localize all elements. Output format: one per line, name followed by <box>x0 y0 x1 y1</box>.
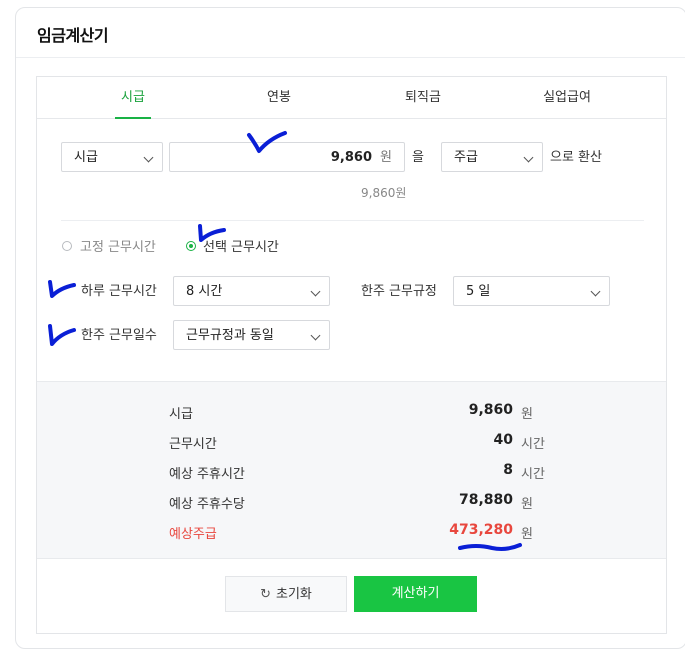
summary-value-holiday-hours: 8 <box>503 462 513 478</box>
target-select-value: 주급 <box>454 150 478 165</box>
chevron-down-icon <box>590 286 601 297</box>
summary-unit-holiday-pay: 원 <box>521 497 533 512</box>
summary-label-holiday-pay: 예상 주휴수당 <box>169 497 245 512</box>
weekly-rule-label: 한주 근무규정 <box>361 284 437 299</box>
amount-hint: 9,860원 <box>361 186 407 200</box>
refresh-icon: ↻ <box>260 587 271 602</box>
amount-value: 9,860 <box>330 150 372 165</box>
section-divider <box>61 220 644 221</box>
calculator-panel: 시급 연봉 퇴직금 실업급여 시급 9,860 원 을 주급 으로 환산 9,8… <box>36 76 667 634</box>
annotation-check-mark <box>48 324 76 346</box>
summary-value-hourly: 9,860 <box>468 402 513 418</box>
chevron-down-icon <box>143 152 154 163</box>
annotation-check-mark <box>247 131 287 153</box>
weekly-rule-value: 5 일 <box>466 284 491 299</box>
fixed-hours-label: 고정 근무시간 <box>80 240 156 255</box>
summary-value-hours: 40 <box>493 432 513 448</box>
reset-button[interactable]: ↻ 초기화 <box>225 576 347 612</box>
summary-label-weekly-pay: 예상주급 <box>169 527 217 542</box>
chevron-down-icon <box>310 330 321 341</box>
calculate-button[interactable]: 계산하기 <box>354 576 477 612</box>
chevron-down-icon <box>310 286 321 297</box>
tab-bar: 시급 연봉 퇴직금 실업급여 <box>37 77 666 119</box>
summary-value-weekly-pay: 473,280 <box>449 522 513 538</box>
selected-hours-radio[interactable] <box>186 241 196 251</box>
daily-hours-label: 하루 근무시간 <box>81 284 157 299</box>
particle-label: 을 <box>412 150 424 165</box>
summary-unit-hourly: 원 <box>521 407 533 422</box>
unit-select[interactable]: 시급 <box>61 142 163 172</box>
convert-suffix: 으로 환산 <box>550 150 602 165</box>
weekly-rule-select[interactable]: 5 일 <box>453 276 610 306</box>
fixed-hours-radio[interactable] <box>62 241 72 251</box>
tab-severance[interactable]: 퇴직금 <box>397 77 449 118</box>
daily-hours-value: 8 시간 <box>186 284 223 299</box>
summary-unit-hours: 시간 <box>521 437 545 452</box>
page-title: 임금계산기 <box>37 26 109 45</box>
weekly-days-select[interactable]: 근무규정과 동일 <box>173 320 330 350</box>
weekly-days-label: 한주 근무일수 <box>81 328 157 343</box>
amount-unit: 원 <box>380 150 392 165</box>
annotation-underline <box>458 543 522 551</box>
title-divider <box>16 57 685 58</box>
annotation-check-mark <box>48 280 76 298</box>
tab-unemployment[interactable]: 실업급여 <box>535 77 599 118</box>
tab-hourly[interactable]: 시급 <box>115 77 151 119</box>
weekly-days-value: 근무규정과 동일 <box>186 328 274 343</box>
daily-hours-select[interactable]: 8 시간 <box>173 276 330 306</box>
result-summary: 시급 9,860 원 근무시간 40 시간 예상 주휴시간 8 시간 예상 주휴… <box>37 381 666 559</box>
summary-label-holiday-hours: 예상 주휴시간 <box>169 467 245 482</box>
target-select[interactable]: 주급 <box>441 142 543 172</box>
summary-value-holiday-pay: 78,880 <box>458 492 513 508</box>
annotation-check-mark <box>198 224 226 242</box>
summary-label-hours: 근무시간 <box>169 437 217 452</box>
chevron-down-icon <box>523 152 534 163</box>
reset-button-label: 초기화 <box>276 587 312 602</box>
summary-unit-holiday-hours: 시간 <box>521 467 545 482</box>
summary-label-hourly: 시급 <box>169 407 193 422</box>
unit-select-value: 시급 <box>74 150 98 165</box>
tab-annual[interactable]: 연봉 <box>259 77 299 118</box>
